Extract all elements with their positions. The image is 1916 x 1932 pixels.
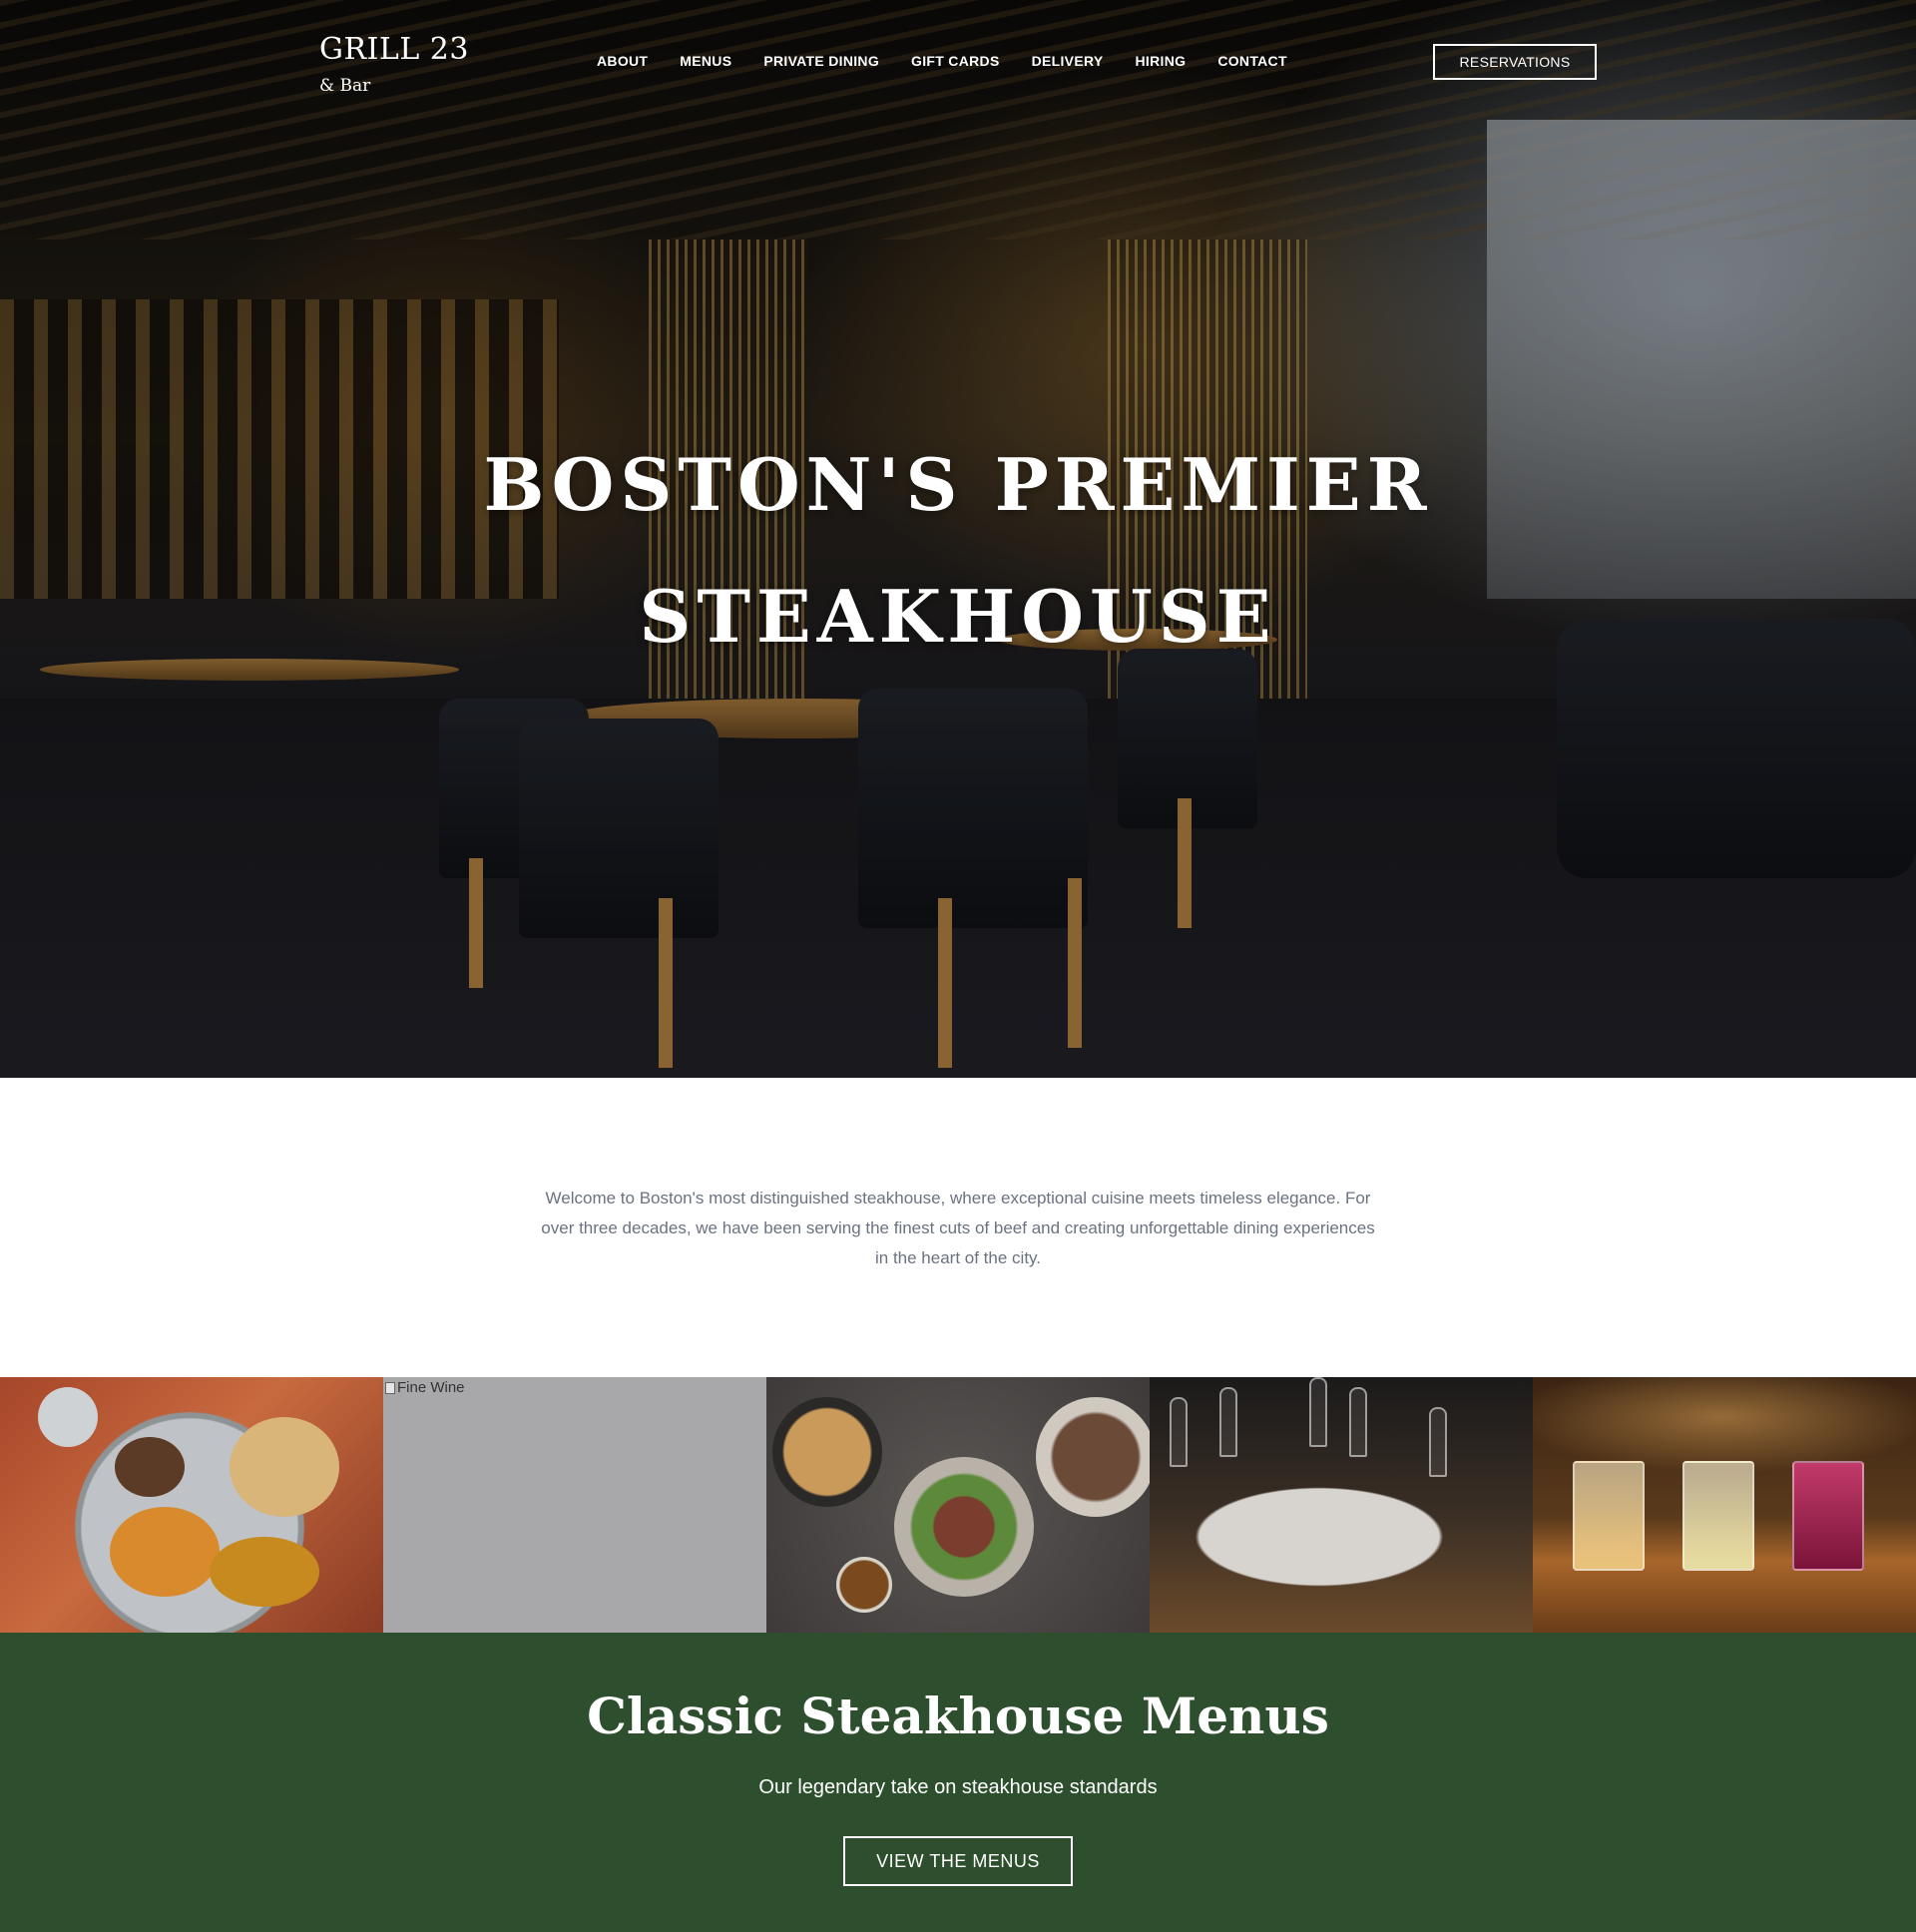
logo-tagline[interactable]: & Bar xyxy=(319,76,370,96)
nav-item-private-dining[interactable]: PRIVATE DINING xyxy=(763,53,879,69)
cocktail-glass xyxy=(1573,1461,1645,1571)
broken-image-icon xyxy=(385,1381,395,1394)
menus-section: Classic Steakhouse Menus Our legendary t… xyxy=(0,1633,1916,1932)
food-dal xyxy=(210,1537,319,1607)
logo-name[interactable]: GRILL 23 xyxy=(319,32,469,67)
menus-title: Classic Steakhouse Menus xyxy=(587,1687,1329,1745)
broken-image-alt-text: Fine Wine xyxy=(397,1379,465,1396)
nav-item-gift-cards[interactable]: GIFT CARDS xyxy=(911,53,1000,69)
gallery-image-cocktails xyxy=(1533,1377,1916,1633)
glass xyxy=(1309,1377,1327,1447)
intro-text: Welcome to Boston's most distinguished s… xyxy=(541,1189,1375,1267)
main-nav: ABOUT MENUS PRIVATE DINING GIFT CARDS DE… xyxy=(597,53,1319,69)
gallery-image-dining-table xyxy=(1150,1377,1533,1633)
hero-section: GRILL 23 & Bar ABOUT MENUS PRIVATE DININ… xyxy=(0,0,1916,1078)
nav-item-contact[interactable]: CONTACT xyxy=(1217,53,1287,69)
food-naan xyxy=(230,1417,339,1517)
photo-gallery: Fine Wine xyxy=(0,1377,1916,1633)
glass xyxy=(1349,1387,1367,1457)
gallery-image-thali xyxy=(0,1377,383,1633)
bowl xyxy=(894,1457,1034,1597)
nav-item-about[interactable]: ABOUT xyxy=(597,53,648,69)
gallery-image-steak-bowls xyxy=(766,1377,1150,1633)
bowl xyxy=(772,1397,882,1507)
hero-title-line1: BOSTON'S PREMIER xyxy=(483,442,1433,527)
bowl xyxy=(1036,1397,1150,1517)
cocktail-glass xyxy=(1682,1461,1754,1571)
glass xyxy=(1219,1387,1237,1457)
glass xyxy=(1170,1397,1188,1467)
hero-title-line2: STEAKHOUSE xyxy=(639,574,1277,659)
nav-item-delivery[interactable]: DELIVERY xyxy=(1032,53,1104,69)
site-header: GRILL 23 & Bar ABOUT MENUS PRIVATE DININ… xyxy=(0,0,1916,110)
cocktail-glass xyxy=(1792,1461,1864,1571)
nav-item-hiring[interactable]: HIRING xyxy=(1136,53,1187,69)
gallery-image-fine-wine: Fine Wine xyxy=(383,1377,766,1633)
bowl xyxy=(836,1557,892,1613)
food-curry xyxy=(110,1507,220,1597)
menus-subtitle: Our legendary take on steakhouse standar… xyxy=(758,1776,1158,1798)
food-meat xyxy=(115,1437,185,1497)
view-menus-button[interactable]: VIEW THE MENUS xyxy=(843,1836,1073,1886)
hero-title: BOSTON'S PREMIER STEAKHOUSE xyxy=(0,419,1916,683)
broken-image-alt: Fine Wine xyxy=(385,1379,465,1396)
reservations-button[interactable]: RESERVATIONS xyxy=(1433,44,1597,80)
food-cup xyxy=(38,1387,98,1447)
glass xyxy=(1429,1407,1447,1477)
nav-item-menus[interactable]: MENUS xyxy=(680,53,731,69)
